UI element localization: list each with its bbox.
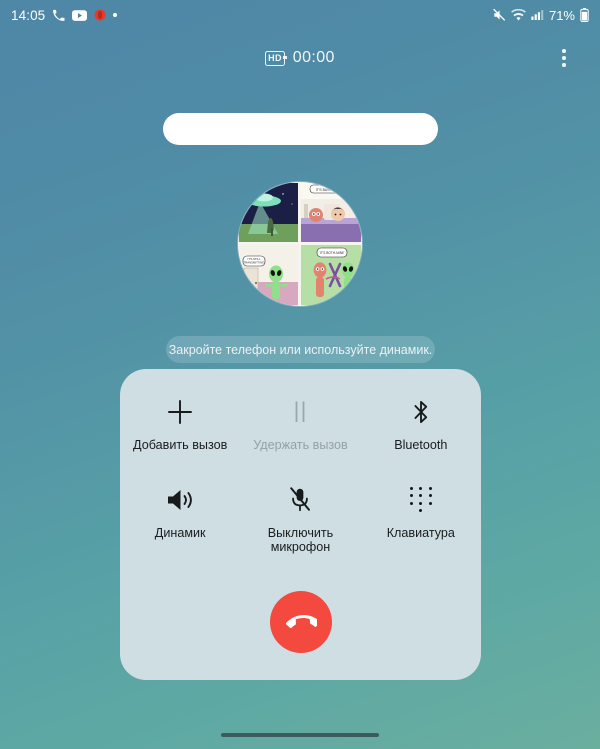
svg-text:IT'S BOTH-MINE: IT'S BOTH-MINE (320, 251, 344, 255)
overflow-dot-icon (562, 49, 566, 53)
svg-text:IT'S BUSY...: IT'S BUSY... (316, 188, 335, 192)
call-header: HD 00:00 (0, 42, 600, 74)
bluetooth-button[interactable]: Bluetooth (361, 391, 481, 457)
avatar: IT'S BUSY... IT'S STILL TRANSMITTING IT'… (238, 182, 362, 306)
microphone-off-icon (280, 483, 320, 517)
avatar-comic-image: IT'S BUSY... IT'S STILL TRANSMITTING IT'… (238, 182, 362, 306)
add-call-button[interactable]: Добавить вызов (120, 391, 240, 457)
speaker-button[interactable]: Динамик (120, 479, 240, 559)
speaker-icon (160, 483, 200, 517)
call-timer: 00:00 (292, 49, 335, 66)
hold-call-button[interactable]: Удержать вызов (240, 391, 360, 457)
bluetooth-icon (401, 395, 441, 429)
mute-icon (492, 8, 506, 22)
caller-name (163, 113, 438, 145)
hint-banner: Закройте телефон или используйте динамик… (166, 336, 435, 363)
call-screen: 14:05 71% HD 00:00 IT'S BUSY... IT'S STI… (0, 0, 600, 749)
add-call-label: Добавить вызов (133, 438, 228, 452)
end-call-icon (285, 606, 317, 638)
hd-badge: HD (265, 50, 287, 66)
wifi-icon (511, 9, 526, 21)
battery-icon (580, 8, 589, 22)
plus-icon (160, 395, 200, 429)
call-status-row: HD 00:00 (0, 42, 600, 74)
notification-dot-icon (113, 13, 118, 17)
phone-icon (52, 9, 65, 22)
status-bar-left: 14:05 (11, 7, 118, 23)
signal-icon (531, 9, 544, 21)
overflow-dot-icon (562, 63, 566, 67)
home-indicator[interactable] (221, 732, 379, 737)
speaker-label: Динамик (154, 525, 206, 540)
keypad-label: Клавиатура (386, 525, 455, 540)
youtube-icon (72, 9, 88, 21)
overflow-dot-icon (562, 56, 566, 60)
pause-icon (280, 395, 320, 429)
hint-text: Закройте телефон или используйте динамик… (168, 342, 433, 357)
status-time: 14:05 (11, 7, 46, 23)
status-bar: 14:05 71% (0, 0, 600, 30)
call-controls-grid: Добавить вызов Удержать вызов Bluetooth … (120, 391, 481, 559)
opera-icon (94, 9, 106, 21)
mute-microphone-label: Выключить микрофон (267, 525, 334, 555)
end-call-button[interactable] (269, 591, 332, 653)
overflow-menu-button[interactable] (528, 42, 600, 74)
hold-call-label: Удержать вызов (253, 438, 348, 452)
mute-microphone-button[interactable]: Выключить микрофон (240, 479, 360, 559)
svg-text:TRANSMITTING: TRANSMITTING (244, 261, 265, 265)
keypad-icon (401, 483, 441, 517)
status-bar-right: 71% (492, 8, 589, 23)
battery-percent-label: 71% (548, 7, 575, 23)
call-controls-panel: Добавить вызов Удержать вызов Bluetooth … (120, 369, 481, 680)
bluetooth-label: Bluetooth (394, 438, 448, 452)
keypad-button[interactable]: Клавиатура (361, 479, 481, 559)
